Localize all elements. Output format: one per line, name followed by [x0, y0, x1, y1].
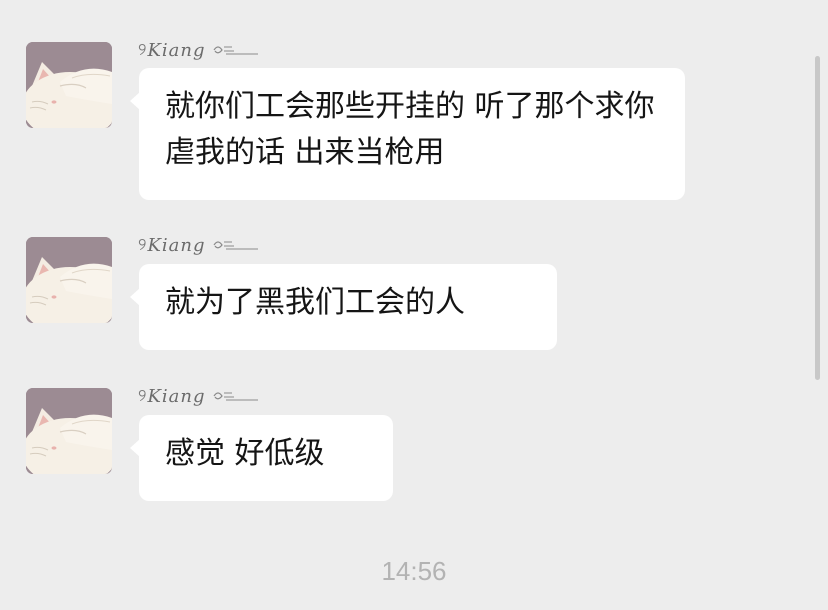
- sender-decoration-left: ୨: [138, 386, 147, 406]
- sender-name-row: ୨ Kiang: [138, 231, 260, 259]
- sender-decoration-left: ୨: [138, 235, 147, 255]
- sender-name: Kiang: [147, 234, 206, 256]
- message-bubble[interactable]: 就你们工会那些开挂的 听了那个求你虐我的话 出来当枪用: [130, 68, 685, 200]
- swirl-decoration-icon: [213, 392, 258, 401]
- sender-decoration-left: ୨: [138, 40, 147, 60]
- cat-covering-face-avatar-icon: [26, 388, 112, 474]
- chat-area: ୨ Kiang 就你们工会那些开挂的 听了那个求你虐我的话 出来当枪用 ୨ Ki…: [0, 0, 828, 610]
- message-bubble[interactable]: 感觉 好低级: [130, 415, 393, 501]
- sender-name: Kiang: [147, 385, 206, 407]
- message-text: 就你们工会那些开挂的 听了那个求你虐我的话 出来当枪用: [165, 89, 655, 170]
- sender-name-row: ୨ Kiang: [138, 36, 260, 64]
- swirl-decoration-icon: [213, 241, 258, 250]
- avatar[interactable]: [26, 42, 112, 128]
- cat-covering-face-avatar-icon: [26, 42, 112, 128]
- scrollbar[interactable]: [815, 56, 820, 380]
- message-text: 感觉 好低级: [165, 436, 325, 471]
- cat-covering-face-avatar-icon: [26, 237, 112, 323]
- avatar[interactable]: [26, 388, 112, 474]
- message-text: 就为了黑我们工会的人: [165, 285, 465, 320]
- swirl-decoration-icon: [213, 46, 258, 55]
- message-bubble[interactable]: 就为了黑我们工会的人: [130, 264, 557, 350]
- message-timestamp: 14:56: [381, 556, 447, 586]
- avatar[interactable]: [26, 237, 112, 323]
- sender-name-row: ୨ Kiang: [138, 382, 260, 410]
- sender-name: Kiang: [147, 39, 206, 61]
